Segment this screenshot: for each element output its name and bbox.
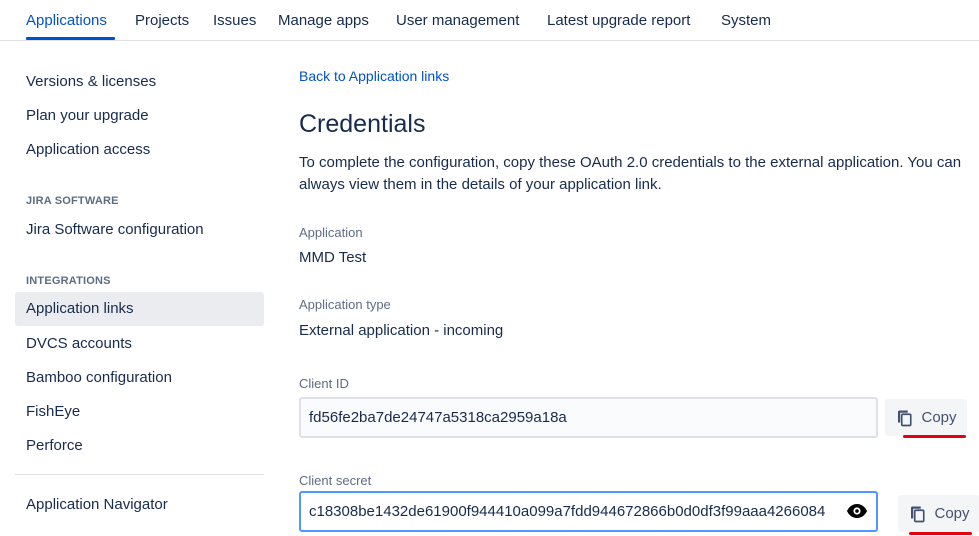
- main-content: Back to Application links Credentials To…: [299, 42, 979, 536]
- copy-client-id-button[interactable]: Copy: [885, 399, 967, 436]
- eye-icon: [847, 504, 867, 518]
- sidebar-item-perforce[interactable]: Perforce: [15, 429, 264, 463]
- copy-icon: [911, 506, 926, 522]
- application-type-label: Application type: [299, 297, 391, 312]
- annotation-underline: [909, 532, 972, 535]
- sidebar-item-application-navigator[interactable]: Application Navigator: [15, 488, 264, 522]
- sidebar-item-bamboo-configuration[interactable]: Bamboo configuration: [15, 361, 264, 395]
- tab-manage-apps[interactable]: Manage apps: [278, 12, 369, 29]
- annotation-underline: [903, 435, 966, 438]
- sidebar-item-versions-licenses[interactable]: Versions & licenses: [15, 65, 264, 99]
- tab-system[interactable]: System: [721, 12, 771, 29]
- sidebar-section-header-jira-software: JIRA SOFTWARE: [26, 195, 119, 207]
- tab-applications[interactable]: Applications: [26, 12, 107, 29]
- page-description: To complete the configuration, copy thes…: [299, 154, 962, 193]
- copy-client-id-label: Copy: [921, 409, 957, 426]
- show-secret-button[interactable]: [845, 499, 869, 523]
- active-tab-indicator: [26, 37, 115, 40]
- client-id-label: Client ID: [299, 376, 349, 391]
- sidebar-item-application-links[interactable]: Application links: [15, 292, 264, 326]
- client-id-field[interactable]: [299, 397, 878, 438]
- sidebar-item-dvcs-accounts[interactable]: DVCS accounts: [15, 327, 264, 361]
- sidebar-item-jira-software-configuration[interactable]: Jira Software configuration: [15, 213, 264, 247]
- copy-icon: [898, 410, 913, 426]
- back-to-application-links-link[interactable]: Back to Application links: [299, 68, 449, 84]
- client-secret-label: Client secret: [299, 473, 372, 488]
- sidebar-section-header-integrations: INTEGRATIONS: [26, 275, 111, 287]
- application-label: Application: [299, 225, 363, 240]
- page-title: Credentials: [299, 110, 426, 138]
- tab-user-management[interactable]: User management: [396, 12, 519, 29]
- sidebar-item-plan-upgrade[interactable]: Plan your upgrade: [15, 99, 264, 133]
- tab-issues[interactable]: Issues: [213, 12, 256, 29]
- sidebar-divider: [15, 474, 264, 475]
- tab-latest-upgrade-report[interactable]: Latest upgrade report: [547, 12, 690, 29]
- sidebar-item-application-access[interactable]: Application access: [15, 133, 264, 167]
- sidebar-item-fisheye[interactable]: FishEye: [15, 395, 264, 429]
- application-type-value: External application - incoming: [299, 322, 504, 339]
- top-navigation: Applications Projects Issues Manage apps…: [0, 0, 979, 41]
- sidebar: Versions & licenses Plan your upgrade Ap…: [0, 42, 275, 536]
- tab-projects[interactable]: Projects: [135, 12, 189, 29]
- copy-client-secret-button[interactable]: Copy: [898, 495, 979, 532]
- client-secret-field[interactable]: [299, 491, 878, 532]
- copy-client-secret-label: Copy: [934, 505, 970, 522]
- application-value: MMD Test: [299, 249, 367, 266]
